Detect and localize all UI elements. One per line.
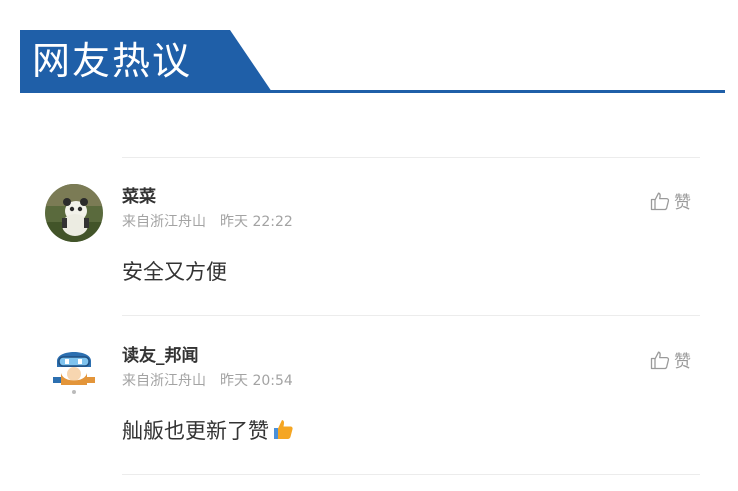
comment-text: 安全又方便 <box>122 260 227 284</box>
like-label: 赞 <box>674 193 691 213</box>
comment-text: 舢舨也更新了赞 <box>122 417 295 445</box>
comment-meta: 来自浙江舟山 昨天 22:22 <box>122 213 293 231</box>
thumbs-up-emoji-icon <box>274 420 293 439</box>
comment-time: 昨天 22:22 <box>220 214 293 230</box>
comment-divider <box>122 157 700 158</box>
comment-location: 来自浙江舟山 <box>122 214 206 230</box>
like-button[interactable]: 赞 <box>650 188 691 213</box>
like-button[interactable]: 赞 <box>650 347 691 372</box>
comment-text-body: 舢舨也更新了赞 <box>122 419 269 443</box>
comment-time: 昨天 20:54 <box>220 373 293 389</box>
avatar-image <box>45 184 103 242</box>
comment-meta: 来自浙江舟山 昨天 20:54 <box>122 372 293 390</box>
comment-divider <box>122 315 700 316</box>
avatar-image <box>45 343 103 401</box>
thumbs-up-icon <box>650 351 670 369</box>
section-title-underline <box>20 90 725 93</box>
commenter-name[interactable]: 读友_邦闻 <box>122 345 199 367</box>
avatar[interactable] <box>45 184 103 242</box>
section-title-tab: 网友热议 <box>20 30 272 92</box>
section-title: 网友热议 <box>32 39 193 83</box>
section-header: 网友热议 <box>20 30 725 94</box>
like-label: 赞 <box>674 352 691 372</box>
commenter-name[interactable]: 菜菜 <box>122 186 156 208</box>
thumbs-up-icon <box>650 192 670 210</box>
avatar[interactable] <box>45 343 103 401</box>
comment-divider <box>122 474 700 475</box>
comment-location: 来自浙江舟山 <box>122 373 206 389</box>
